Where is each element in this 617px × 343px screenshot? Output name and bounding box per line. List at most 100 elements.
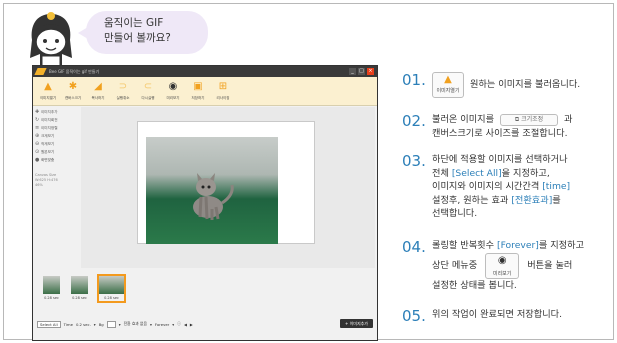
step-text: 불러온 이미지를: [432, 114, 495, 125]
thumbnail-image: [71, 276, 88, 294]
step-text: 를: [552, 194, 561, 206]
kitten-image: [193, 173, 234, 220]
step-text: 를 지정하고: [538, 240, 585, 251]
maximize-button[interactable]: □: [358, 68, 365, 75]
side-tool-label: 작게보기: [41, 142, 55, 146]
title-bar: Bee GIF 움직이는 gif 만들기 _ □ ×: [33, 66, 377, 77]
speech-line: 움직이는 GIF: [104, 17, 164, 29]
info-icon[interactable]: ⓘ: [177, 321, 181, 327]
button-sample-label: 크기조정: [521, 115, 544, 123]
toolbar-canvas-size[interactable]: ✱ 캔버스크기: [62, 79, 84, 103]
window-controls: _ □ ×: [349, 68, 374, 75]
step-text: 버튼을 눌러: [527, 259, 573, 271]
loop-dropdown-icon[interactable]: ▾: [172, 322, 174, 327]
toolbar-label: 리사이징: [216, 96, 230, 100]
window-title: Bee GIF 움직이는 gif 만들기: [49, 69, 100, 74]
toolbar-open-image[interactable]: ▲ 이미지열기: [37, 79, 59, 103]
thumbnail[interactable]: 0.28 sec: [43, 276, 60, 301]
time-input[interactable]: 0.2 sec.: [76, 322, 91, 327]
bee-logo-icon: [34, 68, 47, 75]
effect-select[interactable]: 전환 효과 없음: [124, 321, 147, 327]
step-number: 05.: [402, 307, 426, 325]
step-text: 과: [563, 114, 573, 125]
step-text: 설정후, 원하는 효과: [432, 194, 512, 206]
close-button[interactable]: ×: [367, 68, 374, 75]
step-number: 02.: [402, 112, 426, 130]
tutorial-frame: 움직이는 GIF 만들어 볼까요? Bee GIF 움직이는 gif 만들기 _…: [3, 3, 617, 341]
toolbar-resize[interactable]: ⊞ 리사이징: [212, 79, 234, 103]
toolbar-label: 미리보기: [166, 96, 180, 100]
instruction-steps: 01. ▲ 이미지열기 원하는 이미지를 불러옵니다. 02. 불러온 이미지를…: [402, 4, 617, 341]
resize-icon: ⧉: [514, 115, 520, 123]
canvas-size-info: Canvas Size W:625 H:476 46%: [35, 173, 79, 188]
folder-open-icon: ▲: [44, 81, 52, 92]
canvas-size-icon: ✱: [68, 81, 78, 92]
step-highlight: [Select All]: [451, 167, 502, 179]
speech-bubble: 움직이는 GIF 만들어 볼까요?: [78, 11, 208, 54]
mascot-girl-icon: [30, 12, 72, 67]
bg-dropdown-icon[interactable]: ▾: [119, 322, 121, 327]
toolbar-redo[interactable]: ⊂ 다시실행: [137, 79, 159, 103]
canvas-height: H:476: [47, 178, 58, 182]
side-tool-zoom-out[interactable]: ⊖ 작게보기: [35, 140, 79, 148]
side-tool-add-image[interactable]: ✚ 이미지추가: [35, 108, 79, 116]
toolbar-label: 다시실행: [141, 96, 155, 100]
bg-color-swatch[interactable]: [106, 320, 116, 328]
prev-frame-icon[interactable]: ◀: [184, 322, 187, 327]
button-sample-label: 이미지열기: [436, 88, 460, 94]
save-icon: ▣: [193, 81, 203, 92]
side-tool-label: 크게보기: [41, 134, 55, 138]
step-3: 03. 하단에 적용할 이미지를 선택하거나 전체 [Select All]을 …: [402, 153, 570, 221]
preview-button-sample: ◉ 미리보기: [485, 252, 520, 279]
step-text: 설정한 상태를 봅니다.: [432, 279, 517, 291]
bg-label: Bg: [98, 321, 104, 327]
minimize-button[interactable]: _: [349, 68, 356, 75]
loop-select[interactable]: Forever: [155, 322, 169, 327]
side-tool-original[interactable]: ⊙ 원본보기: [35, 148, 79, 156]
thumbnail[interactable]: 0.28 sec: [71, 276, 88, 301]
toolbar-copy[interactable]: ◢ 복사하기: [87, 79, 109, 103]
canvas-zoom: 46%: [35, 183, 43, 187]
effect-dropdown-icon[interactable]: ▾: [150, 322, 152, 327]
step-number: 03.: [402, 152, 426, 170]
toolbar-undo[interactable]: ⊃ 실행취소: [112, 79, 134, 103]
side-tool-zoom-in[interactable]: ⊕ 크게보기: [35, 132, 79, 140]
step-text: 상단 메뉴중: [432, 259, 478, 271]
thumbnail-time: 0.28 sec: [104, 296, 119, 300]
toolbar-label: 실행취소: [116, 96, 130, 100]
side-tool-label: 이미지추가: [41, 110, 58, 114]
time-dropdown-icon[interactable]: ▾: [94, 322, 96, 327]
kitten-photo: [146, 137, 278, 244]
copy-icon: ◢: [94, 81, 102, 92]
main-toolbar: ▲ 이미지열기 ✱ 캔버스크기 ◢ 복사하기 ⊃ 실행취소 ⊂ 다시실행 ◉ 미리보기 ▣ 저…: [33, 77, 377, 106]
folder-open-icon: ▲: [444, 74, 452, 85]
bottom-controls: Select All Time 0.2 sec. ▾ Bg ▾ 전환 효과 없음…: [33, 318, 377, 330]
step-2: 02. 불러온 이미지를 ⧉ 크기조정 과 캔버스크기로 사이즈를 조절합니다.: [402, 113, 572, 140]
thumbnail-time: 0.28 sec: [72, 296, 87, 300]
next-frame-icon[interactable]: ▶: [190, 322, 193, 327]
thumbnail-strip: 0.28 sec 0.28 sec 0.28 sec: [35, 273, 377, 306]
canvas-width: W:625: [35, 178, 47, 182]
thumbnail-selected[interactable]: 0.28 sec: [97, 274, 126, 303]
select-all-checkbox[interactable]: Select All: [37, 320, 61, 328]
step-text: 캔버스크기로 사이즈를 조절합니다.: [432, 127, 568, 139]
preview-eye-icon: ◉: [168, 81, 178, 92]
side-tool-sort[interactable]: ≡ 이미지정렬: [35, 124, 79, 132]
toolbar-preview[interactable]: ◉ 미리보기: [162, 79, 184, 103]
time-label: Time: [63, 321, 73, 327]
step-highlight: [time]: [542, 181, 571, 192]
step-number: 01.: [402, 71, 426, 89]
add-image-button[interactable]: + 이미지추가: [339, 319, 373, 328]
resize-button-sample: ⧉ 크기조정: [500, 113, 559, 126]
step-text: 원하는 이미지를 불러옵니다.: [470, 79, 581, 90]
speech-line: 만들어 볼까요?: [104, 32, 171, 44]
step-text: 전체: [432, 167, 452, 179]
step-1: 01. ▲ 이미지열기 원하는 이미지를 불러옵니다.: [402, 72, 580, 98]
step-text: 을 지정하고,: [501, 167, 550, 179]
resize-icon: ⊞: [218, 81, 228, 92]
toolbar-save[interactable]: ▣ 저장하기: [187, 79, 209, 103]
side-tool-fit[interactable]: ● 화면맞춤: [35, 156, 79, 164]
step-highlight: [전환효과]: [511, 194, 553, 206]
thumbnail-image: [43, 276, 60, 294]
side-tool-rotate[interactable]: ↻ 이미지회전: [35, 116, 79, 124]
